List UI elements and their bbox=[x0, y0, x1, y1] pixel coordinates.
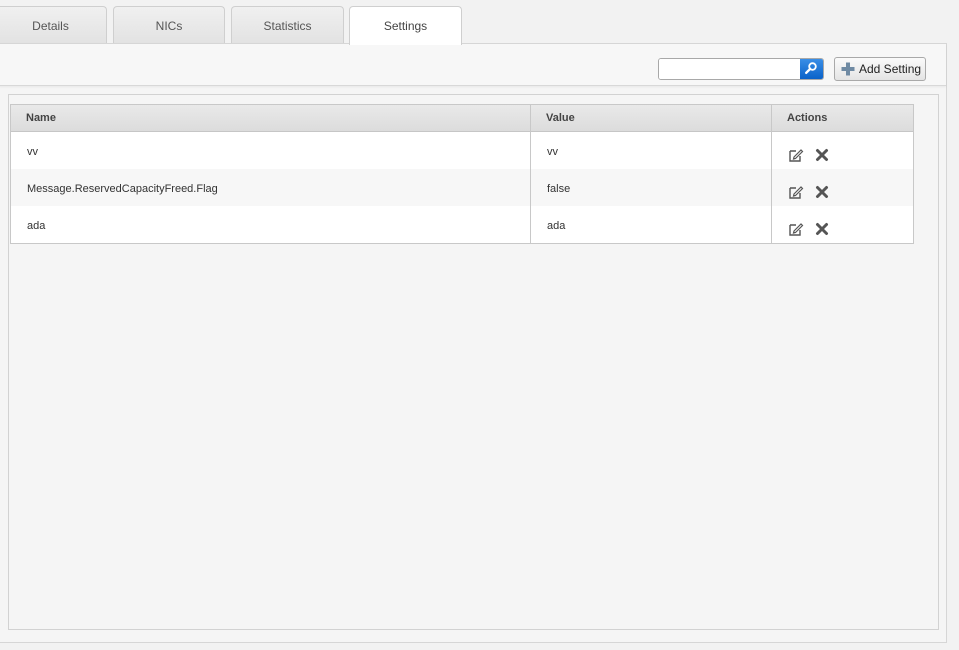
search-icon bbox=[804, 61, 820, 77]
column-header-value[interactable]: Value bbox=[531, 105, 772, 132]
tab-details[interactable]: Details bbox=[0, 6, 107, 44]
tab-statistics-label: Statistics bbox=[263, 18, 312, 33]
add-setting-button[interactable]: Add Setting bbox=[834, 57, 926, 81]
search-input[interactable] bbox=[659, 59, 801, 79]
edit-icon[interactable] bbox=[788, 184, 804, 200]
add-setting-label: Add Setting bbox=[859, 62, 922, 76]
delete-icon[interactable] bbox=[814, 184, 830, 200]
tab-settings-label: Settings bbox=[383, 19, 428, 33]
cell-name: vv bbox=[11, 132, 531, 169]
cell-actions bbox=[772, 169, 913, 206]
table-header: Name Value Actions bbox=[11, 105, 913, 132]
cell-value: false bbox=[531, 169, 772, 206]
column-header-name[interactable]: Name bbox=[11, 105, 531, 132]
table-row[interactable]: vv vv bbox=[11, 132, 913, 169]
tab-nics-label: NICs bbox=[155, 18, 183, 33]
column-header-actions: Actions bbox=[787, 112, 828, 124]
cell-name: ada bbox=[11, 206, 531, 243]
cell-name: Message.ReservedCapacityFreed.Flag bbox=[11, 169, 531, 206]
tab-settings[interactable]: Settings bbox=[349, 6, 462, 45]
search-button[interactable] bbox=[800, 59, 823, 79]
settings-panel: Add Setting Name Value Actions vv vv Mes… bbox=[0, 43, 947, 643]
cell-actions bbox=[772, 132, 913, 169]
table-row[interactable]: Message.ReservedCapacityFreed.Flag false bbox=[11, 169, 913, 206]
delete-icon[interactable] bbox=[814, 147, 830, 163]
search-box bbox=[658, 58, 824, 80]
delete-icon[interactable] bbox=[814, 221, 830, 237]
tab-statistics[interactable]: Statistics bbox=[231, 6, 344, 44]
edit-icon[interactable] bbox=[788, 147, 804, 163]
plus-icon bbox=[840, 61, 856, 77]
cell-actions bbox=[772, 206, 913, 243]
edit-icon[interactable] bbox=[788, 221, 804, 237]
table-row[interactable]: ada ada bbox=[11, 206, 913, 243]
tab-nics[interactable]: NICs bbox=[113, 6, 225, 44]
cell-value: ada bbox=[531, 206, 772, 243]
settings-table: Name Value Actions vv vv Message.Reserve… bbox=[10, 104, 914, 244]
tab-details-label: Details bbox=[32, 18, 69, 33]
page: Details NICs Statistics Settings Add Set… bbox=[0, 0, 959, 650]
cell-value: vv bbox=[531, 132, 772, 169]
toolbar: Add Setting bbox=[0, 44, 946, 86]
